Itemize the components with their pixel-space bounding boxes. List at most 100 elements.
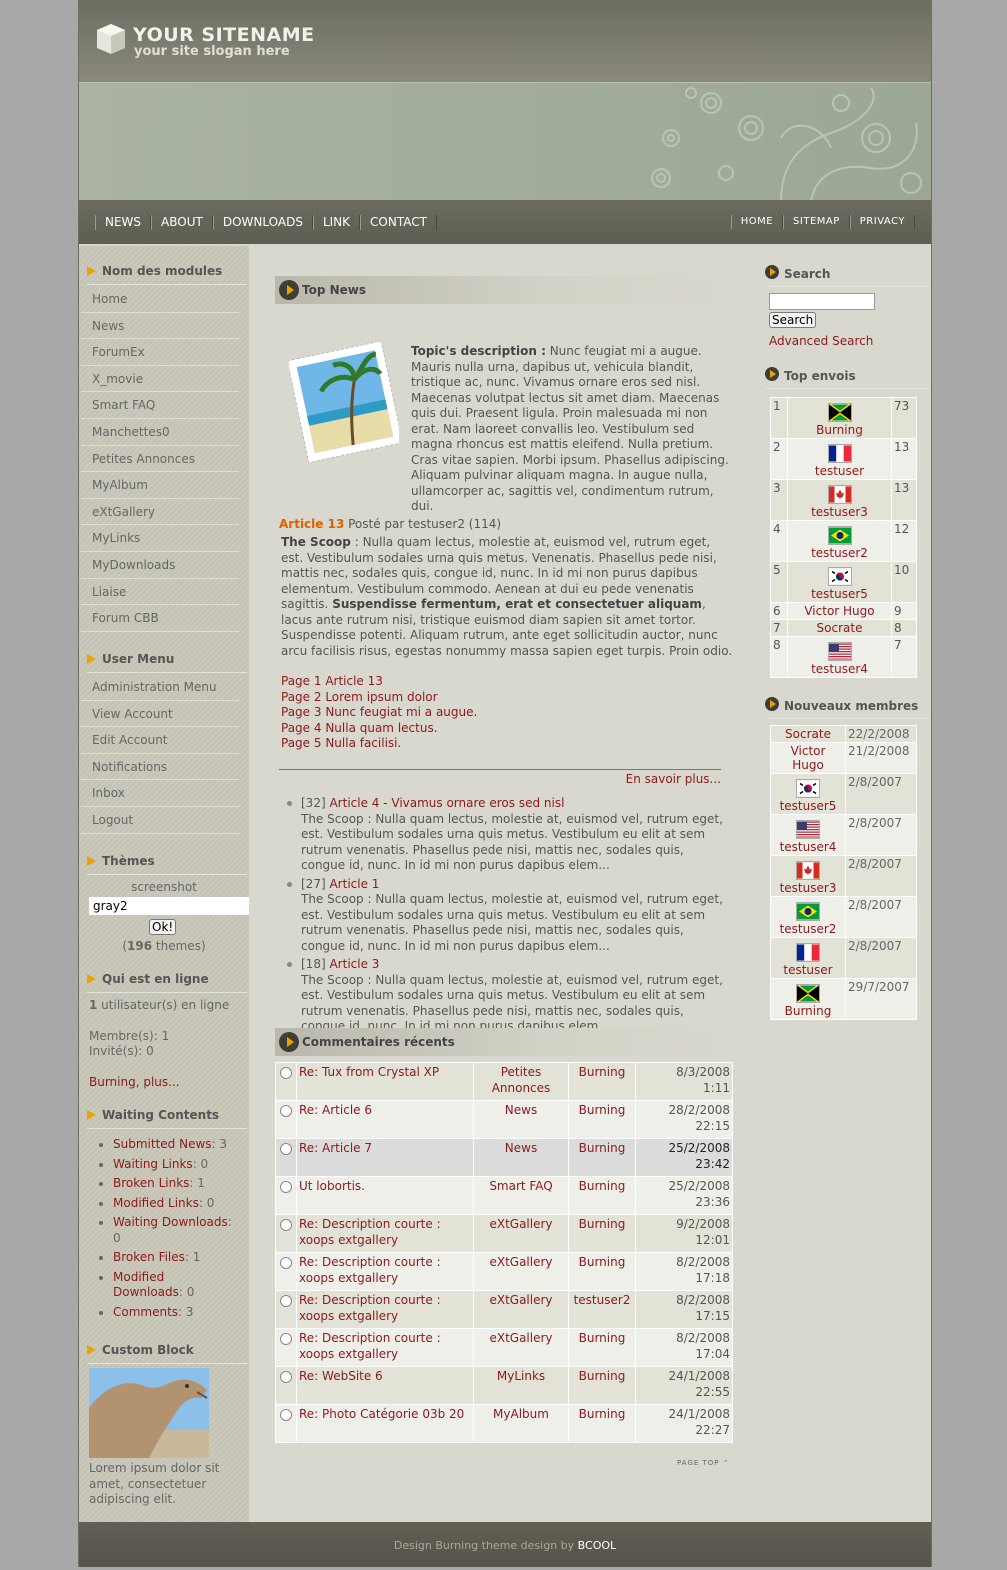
nav-home[interactable]: HOME [730, 215, 784, 229]
member-name-link[interactable]: testuser3 [780, 881, 837, 895]
comment-module-link[interactable]: News [505, 1103, 537, 1117]
comment-user-link[interactable]: Burning [579, 1217, 626, 1231]
comment-user-link[interactable]: Burning [579, 1141, 626, 1155]
member-name-link[interactable]: testuser [783, 963, 832, 977]
menu-item-edit-account[interactable]: Edit Account [81, 727, 239, 754]
member-name-link[interactable]: testuser2 [780, 922, 837, 936]
stamp-beach-image[interactable] [289, 342, 399, 462]
read-more-link[interactable]: En savoir plus... [626, 772, 721, 786]
comment-title-link[interactable]: Re: WebSite 6 [299, 1369, 383, 1383]
menu-item-petites-annonces[interactable]: Petites Annonces [81, 446, 239, 473]
member-name-link[interactable]: Socrate [785, 727, 831, 741]
nav-sitemap[interactable]: SITEMAP [783, 215, 850, 229]
poster-name-link[interactable]: Socrate [817, 621, 863, 635]
menu-item-mylinks[interactable]: MyLinks [81, 525, 239, 552]
comment-module-link[interactable]: MyLinks [497, 1369, 545, 1383]
comment-module-link[interactable]: eXtGallery [489, 1255, 552, 1269]
news-item-link[interactable]: Article 3 [329, 957, 379, 971]
menu-item-smart-faq[interactable]: Smart FAQ [81, 392, 239, 419]
page-link-2[interactable]: Page 2 Lorem ipsum dolor [281, 690, 681, 706]
site-name[interactable]: YOUR SITENAME [133, 24, 315, 46]
comments-link[interactable]: Comments [113, 1305, 178, 1319]
comment-module-link[interactable]: eXtGallery [489, 1217, 552, 1231]
poster-name-link[interactable]: testuser5 [811, 587, 868, 601]
article-title-link[interactable]: Article 13 [279, 517, 344, 531]
poster-name-link[interactable]: testuser4 [811, 662, 868, 676]
member-name-link[interactable]: Victor Hugo [791, 744, 826, 772]
comment-module-link[interactable]: Smart FAQ [489, 1179, 552, 1193]
comment-title-link[interactable]: Re: Description courte : xoops extgaller… [299, 1331, 441, 1361]
waiting-downloads-link[interactable]: Waiting Downloads [113, 1215, 228, 1229]
menu-item-view-account[interactable]: View Account [81, 701, 239, 728]
news-item-link[interactable]: Article 1 [329, 877, 379, 891]
comment-title-link[interactable]: Re: Article 7 [299, 1141, 372, 1155]
menu-item-mydownloads[interactable]: MyDownloads [81, 552, 239, 579]
modified-links-link[interactable]: Modified Links [113, 1196, 199, 1210]
menu-item-logout[interactable]: Logout [81, 807, 239, 834]
comment-module-link[interactable]: News [505, 1141, 537, 1155]
comment-title-link[interactable]: Re: Tux from Crystal XP [299, 1065, 439, 1079]
comment-user-link[interactable]: Burning [579, 1065, 626, 1079]
comment-user-link[interactable]: Burning [579, 1255, 626, 1269]
broken-links-link[interactable]: Broken Links [113, 1176, 189, 1190]
modified-downloads-link[interactable]: Modified Downloads [113, 1270, 179, 1300]
menu-item-forumex[interactable]: ForumEx [81, 339, 239, 366]
footer-brand-link[interactable]: BCOOL [578, 1539, 616, 1552]
comment-module-link[interactable]: eXtGallery [489, 1331, 552, 1345]
menu-item-extgallery[interactable]: eXtGallery [81, 499, 239, 526]
comment-title-link[interactable]: Re: Article 6 [299, 1103, 372, 1117]
comment-title-link[interactable]: Re: Photo Catégorie 03b 20 [299, 1407, 464, 1421]
menu-item-manchettes[interactable]: Manchettes0 [81, 419, 239, 446]
menu-item-news[interactable]: News [81, 313, 239, 340]
theme-ok-button[interactable]: Ok! [149, 919, 177, 935]
page-link-5[interactable]: Page 5 Nulla facilisi. [281, 736, 681, 752]
menu-item-notifications[interactable]: Notifications [81, 754, 239, 781]
poster-name-link[interactable]: Burning [816, 423, 863, 437]
comment-user-link[interactable]: Burning [579, 1407, 626, 1421]
poster-name-link[interactable]: testuser [815, 464, 864, 478]
poster-name-link[interactable]: testuser3 [811, 505, 868, 519]
search-input[interactable] [769, 293, 875, 310]
advanced-search-link[interactable]: Advanced Search [769, 334, 917, 348]
comment-title-link[interactable]: Ut lobortis. [299, 1179, 365, 1193]
nav-downloads[interactable]: DOWNLOADS [212, 215, 313, 230]
waiting-links-link[interactable]: Waiting Links [113, 1157, 193, 1171]
poster-name-link[interactable]: testuser2 [811, 546, 868, 560]
comment-title-link[interactable]: Re: Description courte : xoops extgaller… [299, 1217, 441, 1247]
member-name-link[interactable]: testuser4 [780, 840, 837, 854]
page-link-4[interactable]: Page 4 Nulla quam lectus. [281, 721, 681, 737]
online-users-link[interactable]: Burning, plus... [89, 1075, 180, 1089]
page-link-3[interactable]: Page 3 Nunc feugiat mi a augue. [281, 705, 681, 721]
comment-user-link[interactable]: Burning [579, 1103, 626, 1117]
comment-title-link[interactable]: Re: Description courte : xoops extgaller… [299, 1293, 441, 1323]
nav-privacy[interactable]: PRIVACY [849, 215, 915, 229]
comment-module-link[interactable]: MyAlbum [493, 1407, 549, 1421]
menu-item-home[interactable]: Home [81, 286, 239, 313]
comment-user-link[interactable]: Burning [579, 1179, 626, 1193]
comment-user-link[interactable]: Burning [579, 1331, 626, 1345]
news-item-link[interactable]: Article 4 - Vivamus ornare eros sed nisl [329, 796, 564, 810]
comment-user-link[interactable]: Burning [579, 1369, 626, 1383]
member-name-link[interactable]: testuser5 [780, 799, 837, 813]
search-button[interactable]: Search [769, 312, 817, 328]
menu-item-inbox[interactable]: Inbox [81, 780, 239, 807]
nav-link[interactable]: LINK [312, 215, 361, 230]
submitted-news-link[interactable]: Submitted News [113, 1137, 212, 1151]
member-name-link[interactable]: Burning [785, 1004, 832, 1018]
menu-item-myalbum[interactable]: MyAlbum [81, 472, 239, 499]
page-link-1[interactable]: Page 1 Article 13 [281, 674, 681, 690]
nav-contact[interactable]: CONTACT [360, 215, 437, 230]
comment-module-link[interactable]: eXtGallery [489, 1293, 552, 1307]
nav-news[interactable]: NEWS [95, 215, 152, 230]
menu-item-liaise[interactable]: Liaise [81, 579, 239, 606]
menu-item-administration[interactable]: Administration Menu [81, 674, 239, 701]
broken-files-link[interactable]: Broken Files [113, 1250, 185, 1264]
page-top-link[interactable]: PAGE TOP ⌃ [677, 1459, 730, 1467]
nav-about[interactable]: ABOUT [151, 215, 213, 230]
menu-item-x-movie[interactable]: X_movie [81, 366, 239, 393]
comment-user-link[interactable]: testuser2 [574, 1293, 631, 1307]
comment-module-link[interactable]: Petites Annonces [492, 1065, 551, 1095]
theme-select[interactable] [89, 897, 249, 915]
menu-item-forum-cbb[interactable]: Forum CBB [81, 605, 239, 632]
poster-name-link[interactable]: Victor Hugo [804, 604, 874, 618]
